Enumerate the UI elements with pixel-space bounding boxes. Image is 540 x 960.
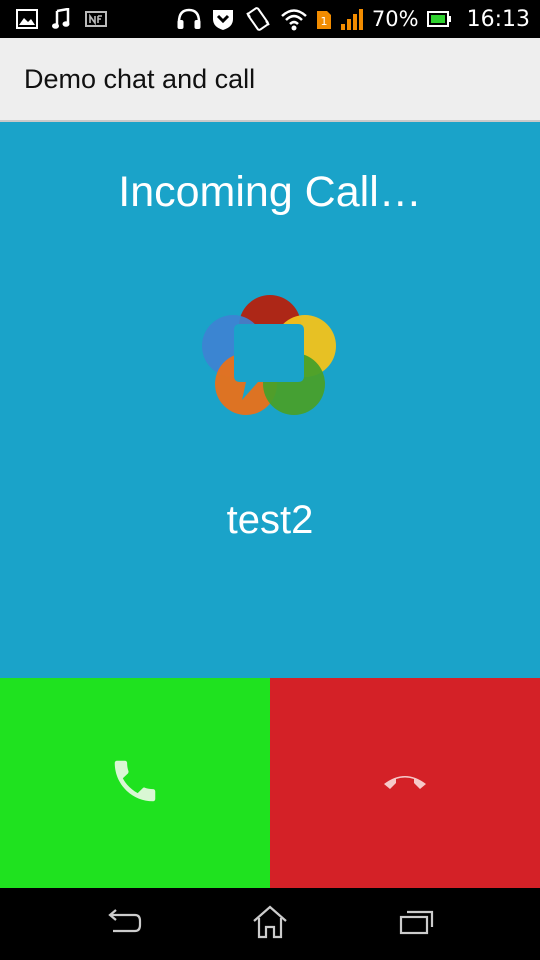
accept-call-button[interactable]: [0, 678, 270, 888]
action-bar: Demo chat and call: [0, 38, 540, 122]
call-buttons: [0, 678, 540, 888]
sim-icon: 1: [316, 8, 332, 30]
wifi-icon: [280, 7, 308, 31]
hang-up-icon: [381, 770, 429, 797]
vibrate-icon: [244, 7, 272, 31]
status-bar: 1 70% 16:13: [0, 0, 540, 38]
nfc-icon: [84, 9, 108, 29]
incoming-call-heading: Incoming Call…: [118, 168, 422, 216]
recents-icon: [397, 907, 437, 942]
incoming-call-panel: Incoming Call… test2: [0, 122, 540, 678]
home-button[interactable]: [240, 899, 300, 949]
battery-percent: 70%: [371, 7, 419, 31]
phone-icon: [108, 754, 162, 813]
navigation-bar: [0, 888, 540, 960]
app-title: Demo chat and call: [24, 63, 256, 94]
back-icon: [103, 907, 143, 942]
reject-call-button[interactable]: [270, 678, 540, 888]
shield-icon: [210, 7, 236, 31]
home-icon: [251, 905, 289, 944]
svg-text:1: 1: [320, 15, 327, 28]
recents-button[interactable]: [387, 899, 447, 949]
music-note-icon: [52, 8, 70, 30]
headset-icon: [176, 7, 202, 31]
signal-icon: [340, 7, 364, 31]
back-button[interactable]: [93, 899, 153, 949]
webrtc-logo-icon: [200, 288, 340, 422]
clock: 16:13: [466, 6, 530, 32]
battery-icon: [426, 11, 451, 27]
caller-name: test2: [226, 498, 314, 542]
image-icon: [16, 9, 38, 29]
